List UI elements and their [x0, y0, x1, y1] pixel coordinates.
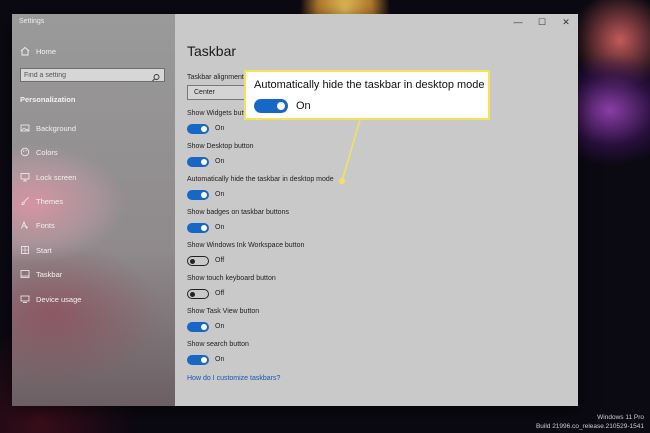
sidebar-item-label: Taskbar: [36, 269, 63, 279]
close-button[interactable]: ✕: [554, 14, 578, 30]
toggle-state: On: [215, 191, 225, 198]
help-link[interactable]: How do I customize taskbars?: [187, 375, 280, 382]
callout-box: Automatically hide the taskbar in deskto…: [244, 70, 490, 120]
minimize-button[interactable]: —: [506, 14, 530, 30]
option-label-touch-keyboard: Show touch keyboard button: [187, 275, 276, 282]
search-input[interactable]: [24, 69, 144, 81]
sidebar-item-start[interactable]: Start: [20, 243, 52, 257]
toggle-state: On: [215, 356, 225, 363]
watermark-build: Build 21996.co_release.210529-1541: [535, 423, 644, 430]
toggle-knob: [201, 324, 207, 330]
sidebar-item-label: Home: [36, 46, 57, 56]
section-label: Personalization: [20, 95, 76, 104]
sidebar-item-label: Colors: [36, 147, 58, 157]
option-label-autohide: Automatically hide the taskbar in deskto…: [187, 176, 334, 183]
sidebar-item-colors[interactable]: Colors: [20, 145, 58, 159]
sidebar-item-label: Lock screen: [36, 172, 77, 182]
sidebar-item-themes[interactable]: Themes: [20, 194, 63, 208]
toggle-badges[interactable]: [187, 223, 209, 233]
sidebar-item-label: Fonts: [36, 220, 55, 230]
sidebar-item-home[interactable]: Home: [20, 44, 56, 58]
sidebar-item-background[interactable]: Background: [20, 121, 76, 135]
page-title: Taskbar: [187, 43, 237, 59]
sidebar-item-label: Background: [36, 123, 77, 133]
alignment-label: Taskbar alignment: [187, 74, 244, 81]
font-icon: [20, 220, 30, 230]
option-label-badges: Show badges on taskbar buttons: [187, 209, 289, 216]
callout-title: Automatically hide the taskbar in deskto…: [254, 79, 485, 91]
toggle-knob: [201, 357, 207, 363]
sidebar-item-taskbar[interactable]: Taskbar: [20, 267, 62, 281]
toggle-ink-workspace[interactable]: [187, 256, 209, 266]
search-icon[interactable]: [151, 70, 161, 82]
device-usage-icon: [20, 294, 30, 304]
option-label-ink-workspace: Show Windows Ink Workspace button: [187, 242, 305, 249]
toggle-autohide[interactable]: [187, 190, 209, 200]
toggle-state: Off: [215, 290, 225, 297]
sidebar-item-device-usage[interactable]: Device usage: [20, 292, 81, 306]
option-label-desktop: Show Desktop button: [187, 143, 254, 150]
toggle-knob: [189, 291, 195, 297]
toggle-state: On: [215, 323, 225, 330]
toggle-task-view[interactable]: [187, 322, 209, 332]
app-title: Settings: [19, 18, 45, 25]
maximize-button[interactable]: ☐: [530, 14, 554, 30]
callout-state: On: [296, 100, 311, 112]
sidebar-item-label: Device usage: [36, 294, 82, 304]
alignment-value: Center: [194, 89, 216, 96]
toggle-widgets[interactable]: [187, 124, 209, 134]
sidebar: Settings Home Personalization Background: [12, 14, 175, 406]
toggle-knob: [201, 192, 207, 198]
callout-toggle: [254, 99, 288, 113]
search-box[interactable]: [20, 68, 165, 82]
toggle-knob: [189, 258, 195, 264]
brush-icon: [20, 196, 30, 206]
sidebar-item-label: Themes: [36, 196, 64, 206]
sidebar-item-label: Start: [36, 245, 52, 255]
sidebar-item-lock-screen[interactable]: Lock screen: [20, 170, 76, 184]
toggle-knob: [201, 225, 207, 231]
window-controls: — ☐ ✕: [506, 14, 578, 30]
home-icon: [20, 46, 30, 56]
start-grid-icon: [20, 245, 30, 255]
toggle-knob: [201, 126, 207, 132]
toggle-touch-keyboard[interactable]: [187, 289, 209, 299]
option-label-task-view: Show Task View button: [187, 308, 260, 315]
toggle-search[interactable]: [187, 355, 209, 365]
picture-icon: [20, 123, 30, 133]
monitor-lock-icon: [20, 172, 30, 182]
toggle-knob: [277, 102, 285, 110]
sidebar-item-fonts[interactable]: Fonts: [20, 218, 55, 232]
toggle-state: On: [215, 158, 225, 165]
watermark-edition: Windows 11 Pro: [597, 414, 644, 421]
taskbar-icon: [20, 269, 30, 279]
toggle-knob: [201, 159, 207, 165]
toggle-state: On: [215, 224, 225, 231]
toggle-desktop[interactable]: [187, 157, 209, 167]
toggle-state: On: [215, 125, 225, 132]
option-label-search: Show search button: [187, 341, 249, 348]
palette-icon: [20, 147, 30, 157]
toggle-state: Off: [215, 257, 225, 264]
